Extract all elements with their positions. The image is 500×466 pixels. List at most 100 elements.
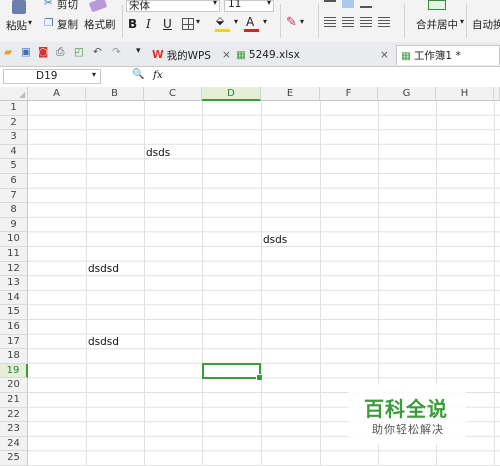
cut-button[interactable]: ✂ 剪切 (44, 0, 84, 12)
tab-mywps-label: 我的WPS (166, 49, 211, 62)
underline-button[interactable]: U (163, 17, 172, 31)
watermark-subtitle: 助你轻松解决 (372, 423, 444, 436)
fill-color-bar (215, 29, 230, 32)
row-header[interactable]: 7 (0, 188, 28, 204)
copy-button[interactable]: ❐ 复制 (44, 17, 84, 31)
tab-workbook1[interactable]: ▦ 工作簿1 * (396, 45, 500, 65)
row-header[interactable]: 4 (0, 144, 28, 160)
column-header-d[interactable]: D (202, 87, 261, 101)
column-header-g[interactable]: G (378, 87, 436, 101)
tab-file-5249-label: 5249.xlsx (248, 49, 300, 61)
row-header[interactable]: 11 (0, 247, 28, 262)
row-header[interactable]: 15 (0, 305, 28, 320)
column-header-a[interactable]: A (28, 87, 86, 101)
tab-mywps[interactable]: W 我的WPS × (152, 45, 232, 65)
row-header[interactable]: 9 (0, 217, 28, 233)
clear-format-icon[interactable]: ✎ (286, 15, 297, 30)
row-header[interactable]: 13 (0, 276, 28, 291)
row-header[interactable]: 5 (0, 159, 28, 174)
column-header-f[interactable]: F (320, 87, 378, 101)
align-right-icon[interactable] (360, 17, 372, 28)
column-header-b[interactable]: B (86, 87, 144, 101)
justify-icon[interactable] (378, 17, 390, 28)
row-header[interactable]: 18 (0, 349, 28, 364)
row-header[interactable]: 25 (0, 451, 28, 466)
row-header[interactable]: 10 (0, 232, 28, 247)
fill-handle[interactable] (256, 374, 263, 381)
chevron-down-icon: ▾ (92, 70, 97, 79)
tab-file-5249[interactable]: ▦ 5249.xlsx × (236, 45, 396, 65)
paste-button[interactable]: 粘贴 ▾ (4, 0, 34, 40)
column-header-c[interactable]: C (144, 87, 202, 101)
border-button[interactable] (182, 18, 194, 30)
print-icon[interactable]: ⎙ (56, 46, 64, 59)
align-middle-icon[interactable] (342, 0, 354, 8)
row-header[interactable]: 14 (0, 290, 28, 306)
wps-logo-icon: W (152, 49, 164, 61)
row-header[interactable]: 3 (0, 130, 28, 145)
auto-wrap-button[interactable]: 自动换行 (470, 0, 500, 34)
divider (280, 4, 281, 38)
align-left-icon[interactable] (324, 17, 336, 28)
watermark-logo: 百科全说 助你轻松解决 (348, 383, 466, 445)
align-center-icon[interactable] (342, 17, 354, 28)
chevron-down-icon[interactable]: ▾ (263, 17, 267, 26)
export-pdf-icon[interactable]: ◙ (38, 46, 48, 58)
format-painter-button[interactable]: 格式刷 (84, 0, 120, 34)
row-header[interactable]: 24 (0, 436, 28, 452)
italic-button[interactable]: I (146, 17, 151, 31)
zoom-icon[interactable]: 🔍 (132, 69, 144, 80)
align-bottom-icon[interactable] (360, 0, 372, 8)
print-preview-icon[interactable]: ◰ (74, 46, 84, 58)
chevron-down-icon[interactable]: ▾ (196, 17, 200, 26)
chevron-down-icon[interactable]: ▾ (234, 17, 238, 26)
row-header[interactable]: 1 (0, 101, 28, 116)
row-header[interactable]: 12 (0, 261, 28, 277)
row-header[interactable]: 8 (0, 203, 28, 218)
column-header-e[interactable]: E (261, 87, 320, 101)
close-icon[interactable]: × (380, 49, 389, 61)
row-header-active[interactable]: 19 (0, 363, 28, 379)
cell-e10[interactable]: dsds (263, 233, 287, 247)
cell-b17[interactable]: dsdsd (88, 335, 119, 349)
cell-c4[interactable]: dsds (146, 146, 170, 160)
formula-input[interactable] (175, 69, 497, 84)
font-name-select[interactable]: 宋体 ▾ (126, 0, 220, 12)
row-header[interactable]: 16 (0, 320, 28, 335)
column-header-i[interactable] (494, 87, 500, 101)
font-name-value: 宋体 (129, 0, 150, 12)
redo-icon[interactable]: ↷ (112, 46, 121, 58)
divider (122, 4, 123, 38)
active-cell-d19[interactable] (202, 363, 263, 381)
save-icon[interactable]: ▣ (21, 46, 31, 58)
cell-b12[interactable]: dsdsd (88, 262, 119, 276)
align-top-icon[interactable] (324, 0, 336, 8)
row-header[interactable]: 22 (0, 407, 28, 423)
chevron-down-icon[interactable]: ▾ (28, 18, 32, 27)
function-icon[interactable]: fx (153, 69, 163, 81)
row-header[interactable]: 23 (0, 422, 28, 437)
paste-label: 粘贴 (6, 20, 27, 32)
brush-icon (88, 0, 108, 13)
chevron-down-icon[interactable]: ▾ (136, 46, 141, 56)
fill-color-button[interactable]: ⬙ (214, 15, 232, 33)
font-size-select[interactable]: 11 ▾ (224, 0, 274, 12)
row-header[interactable]: 6 (0, 174, 28, 189)
open-folder-icon[interactable]: ▰ (4, 46, 12, 58)
bold-button[interactable]: B (128, 17, 137, 31)
chevron-down-icon[interactable]: ▾ (300, 17, 304, 26)
name-box[interactable]: D19 ▾ (3, 69, 101, 84)
font-color-button[interactable]: A (243, 15, 261, 33)
row-header[interactable]: 2 (0, 115, 28, 131)
row-header[interactable]: 20 (0, 378, 28, 393)
chevron-down-icon: ▾ (460, 17, 465, 26)
column-header-h[interactable]: H (436, 87, 494, 101)
row-header[interactable]: 17 (0, 334, 28, 350)
row-header[interactable]: 21 (0, 393, 28, 408)
select-all-corner[interactable] (0, 87, 28, 101)
scissors-icon: ✂ (44, 0, 53, 9)
close-icon[interactable]: × (222, 49, 231, 61)
font-color-bar (244, 29, 259, 32)
undo-icon[interactable]: ↶ (93, 46, 102, 58)
merge-center-button[interactable]: 合并居中 ▾ (412, 0, 465, 34)
